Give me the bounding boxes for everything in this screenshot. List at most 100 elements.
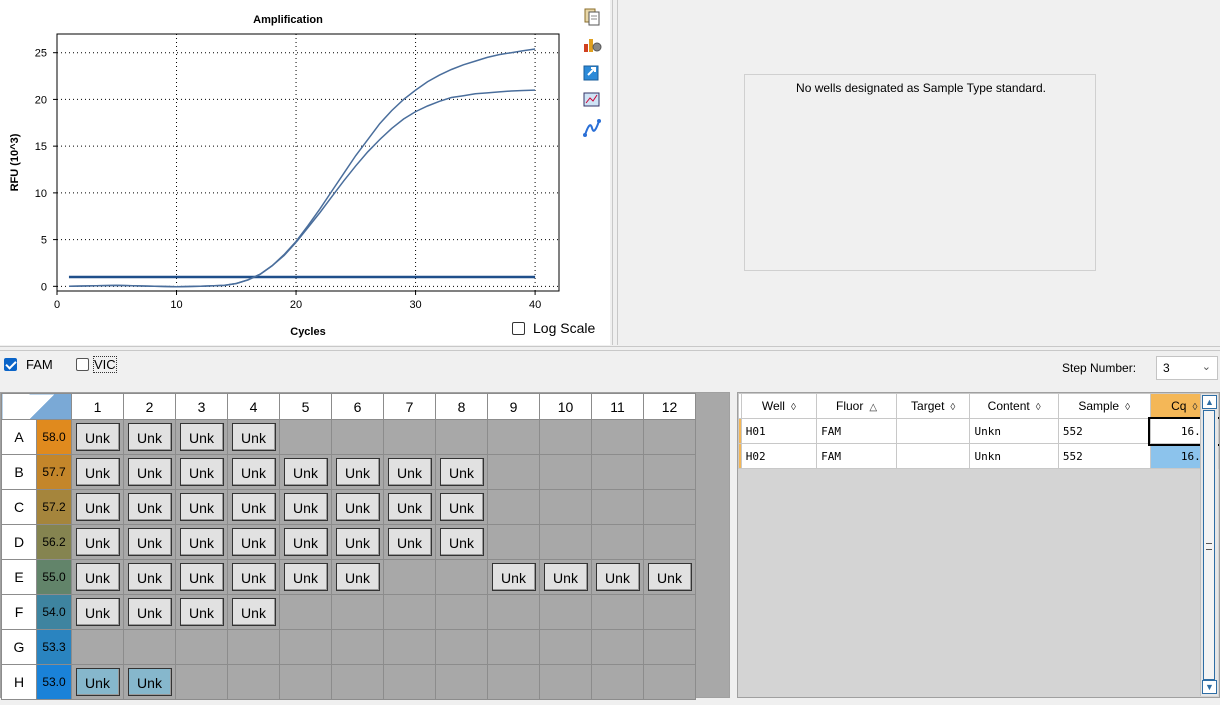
plate-well[interactable] bbox=[539, 594, 592, 630]
plate-well[interactable] bbox=[643, 524, 696, 560]
scroll-down-icon[interactable]: ▼ bbox=[1202, 680, 1217, 694]
plate-well[interactable] bbox=[539, 664, 592, 700]
plate-row-header[interactable]: A bbox=[1, 419, 37, 455]
plate-column-header[interactable]: 11 bbox=[591, 393, 644, 420]
cell-fluor[interactable]: FAM bbox=[816, 443, 897, 469]
scroll-thumb[interactable] bbox=[1203, 410, 1215, 680]
plate-well[interactable]: Unk bbox=[175, 489, 228, 525]
plate-column-header[interactable]: 6 bbox=[331, 393, 384, 420]
plate-well[interactable] bbox=[591, 419, 644, 455]
column-header-content[interactable]: Content ◊ bbox=[969, 393, 1059, 419]
plate-well[interactable]: Unk bbox=[71, 454, 124, 490]
plate-well[interactable] bbox=[435, 594, 488, 630]
plate-column-header[interactable]: 7 bbox=[383, 393, 436, 420]
cell-target[interactable] bbox=[895, 418, 971, 444]
column-header-sample[interactable]: Sample ◊ bbox=[1057, 393, 1151, 419]
plate-row-header[interactable]: F bbox=[1, 594, 37, 630]
plate-well[interactable] bbox=[591, 454, 644, 490]
plate-well[interactable]: Unk bbox=[331, 559, 384, 595]
fam-checkbox[interactable] bbox=[4, 358, 17, 371]
plate-well[interactable]: Unk bbox=[435, 524, 488, 560]
cell-well[interactable]: H02 bbox=[740, 443, 818, 469]
plate-well[interactable] bbox=[123, 629, 176, 665]
plate-column-header[interactable]: 3 bbox=[175, 393, 228, 420]
plate-well[interactable] bbox=[591, 629, 644, 665]
plate-well[interactable]: Unk bbox=[383, 524, 436, 560]
plate-column-header[interactable]: 10 bbox=[539, 393, 592, 420]
plate-well[interactable]: Unk bbox=[175, 594, 228, 630]
plate-well[interactable]: Unk bbox=[591, 559, 644, 595]
sort-icon[interactable]: ◊ bbox=[1192, 402, 1197, 413]
plate-well[interactable] bbox=[227, 664, 280, 700]
plate-well[interactable]: Unk bbox=[123, 489, 176, 525]
plate-well[interactable] bbox=[331, 594, 384, 630]
plate-row-header[interactable]: E bbox=[1, 559, 37, 595]
plate-column-header[interactable]: 2 bbox=[123, 393, 176, 420]
sort-icon[interactable]: ◊ bbox=[950, 402, 955, 413]
plate-well[interactable] bbox=[539, 524, 592, 560]
column-header-fluor[interactable]: Fluor △ bbox=[816, 393, 897, 419]
plate-row-header[interactable]: B bbox=[1, 454, 37, 490]
plate-well[interactable] bbox=[643, 664, 696, 700]
plate-well[interactable]: Unk bbox=[279, 454, 332, 490]
plate-well[interactable] bbox=[487, 489, 540, 525]
plate-well[interactable] bbox=[539, 629, 592, 665]
plate-row-header[interactable]: C bbox=[1, 489, 37, 525]
plate-well[interactable]: Unk bbox=[279, 489, 332, 525]
plate-corner[interactable] bbox=[1, 393, 72, 420]
plate-well[interactable] bbox=[383, 664, 436, 700]
plate-well[interactable] bbox=[331, 419, 384, 455]
plate-well[interactable]: Unk bbox=[331, 489, 384, 525]
plate-well[interactable] bbox=[331, 664, 384, 700]
plate-well[interactable]: Unk bbox=[71, 524, 124, 560]
trace-style-icon[interactable] bbox=[582, 118, 602, 138]
plate-column-header[interactable]: 4 bbox=[227, 393, 280, 420]
plate-well[interactable] bbox=[487, 629, 540, 665]
plate-well[interactable]: Unk bbox=[71, 419, 124, 455]
plate-well[interactable] bbox=[643, 629, 696, 665]
sort-icon[interactable]: △ bbox=[869, 402, 877, 413]
plate-column-header[interactable]: 5 bbox=[279, 393, 332, 420]
plate-well[interactable] bbox=[539, 419, 592, 455]
plate-row-header[interactable]: D bbox=[1, 524, 37, 560]
plate-row-header[interactable]: G bbox=[1, 629, 37, 665]
table-row[interactable]: H01 FAM Unkn 552 16.72 bbox=[738, 416, 1219, 446]
cell-sample[interactable]: 552 bbox=[1057, 443, 1151, 469]
plate-well[interactable]: Unk bbox=[227, 594, 280, 630]
table-row[interactable]: H02 FAM Unkn 552 16.86 bbox=[738, 443, 1219, 469]
sort-icon[interactable]: ◊ bbox=[1125, 402, 1130, 413]
plate-column-header[interactable]: 1 bbox=[71, 393, 124, 420]
sort-icon[interactable]: ◊ bbox=[1036, 402, 1041, 413]
plate-well[interactable]: Unk bbox=[435, 454, 488, 490]
column-header-well[interactable]: Well ◊ bbox=[740, 393, 818, 419]
plate-well[interactable]: Unk bbox=[279, 524, 332, 560]
plate-well[interactable]: Unk bbox=[175, 454, 228, 490]
plate-well[interactable]: Unk bbox=[175, 524, 228, 560]
plate-well[interactable]: Unk bbox=[71, 594, 124, 630]
plate-well[interactable] bbox=[383, 629, 436, 665]
plate-well[interactable] bbox=[643, 454, 696, 490]
log-scale-checkbox[interactable] bbox=[512, 322, 525, 335]
plate-well[interactable] bbox=[487, 419, 540, 455]
plate-well[interactable] bbox=[643, 419, 696, 455]
plate-well[interactable]: Unk bbox=[539, 559, 592, 595]
plate-well[interactable] bbox=[383, 419, 436, 455]
plate-column-header[interactable]: 9 bbox=[487, 393, 540, 420]
plate-well[interactable]: Unk bbox=[123, 559, 176, 595]
plate-well[interactable]: Unk bbox=[227, 489, 280, 525]
plate-well[interactable] bbox=[435, 664, 488, 700]
horizontal-splitter[interactable] bbox=[0, 346, 1220, 351]
plate-well[interactable]: Unk bbox=[643, 559, 696, 595]
plate-well[interactable]: Unk bbox=[227, 454, 280, 490]
cell-well[interactable]: H01 bbox=[740, 418, 818, 444]
plate-well[interactable]: Unk bbox=[331, 524, 384, 560]
plate-well[interactable] bbox=[279, 419, 332, 455]
plate-well[interactable] bbox=[591, 664, 644, 700]
column-header-target[interactable]: Target ◊ bbox=[895, 393, 971, 419]
plate-well[interactable] bbox=[383, 594, 436, 630]
plate-well[interactable]: Unk bbox=[435, 489, 488, 525]
plate-well[interactable]: Unk bbox=[279, 559, 332, 595]
plate-well[interactable] bbox=[487, 664, 540, 700]
cell-sample[interactable]: 552 bbox=[1057, 418, 1151, 444]
plate-well[interactable] bbox=[643, 594, 696, 630]
